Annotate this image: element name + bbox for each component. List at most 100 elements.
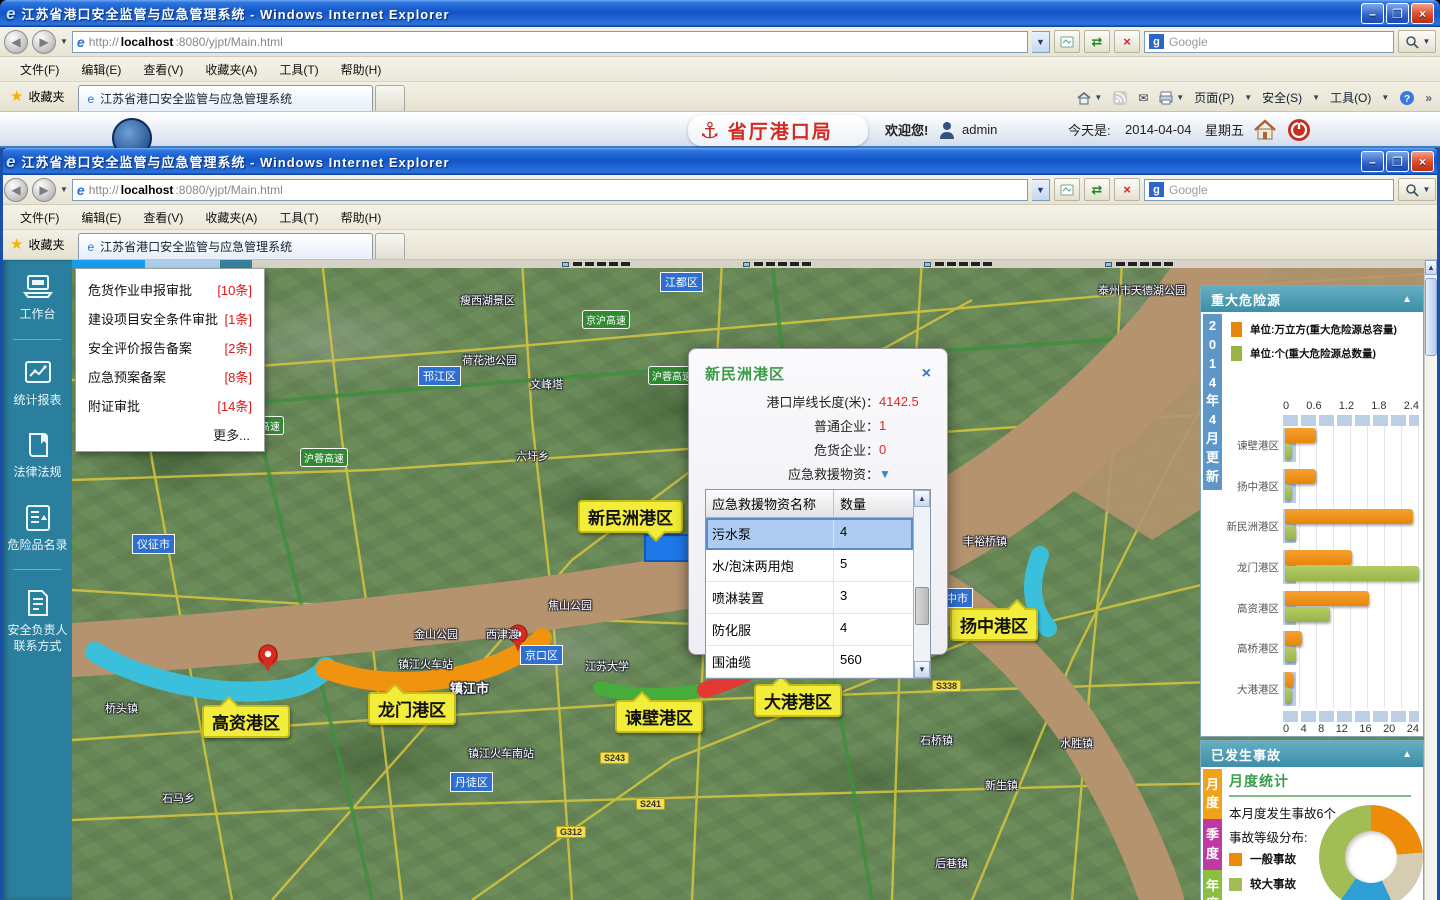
menu-item-5[interactable]: 帮助(H) (331, 58, 392, 81)
menu-item-0[interactable]: 文件(F) (10, 206, 69, 229)
period-tab-0[interactable]: 月度 (1203, 769, 1222, 819)
menu-item-5[interactable]: 帮助(H) (331, 206, 392, 229)
scroll-up-icon[interactable]: ▲ (914, 490, 930, 507)
print-button[interactable]: ▼ (1158, 90, 1184, 106)
layer-checkbox[interactable] (562, 262, 569, 267)
period-tab-2[interactable]: 年度 (1203, 870, 1222, 900)
url-dropdown-button[interactable]: ▼ (1032, 179, 1050, 201)
port-area-label[interactable]: 龙门港区 (368, 692, 456, 725)
port-area-label[interactable]: 扬中港区 (950, 608, 1038, 641)
map-scrollbar[interactable]: ▲ (1424, 260, 1437, 900)
resources-dropdown-icon[interactable]: ▼ (879, 467, 931, 481)
scroll-up-icon[interactable]: ▲ (1425, 260, 1437, 275)
history-dropdown-icon[interactable]: ▼ (60, 185, 68, 194)
tab-fragment[interactable] (145, 260, 220, 268)
popup-close-icon[interactable]: × (922, 366, 931, 382)
quick-menu-item-2[interactable]: 安全评价报告备案[2条] (76, 333, 264, 362)
search-input[interactable]: g Google (1144, 179, 1394, 201)
sidebar-item-workbench[interactable]: 工作台 (3, 260, 72, 333)
sidebar-item-hazmat[interactable]: 危险品名录 (3, 491, 72, 564)
menu-item-1[interactable]: 编辑(E) (71, 206, 131, 229)
forward-button[interactable]: ▶ (32, 30, 56, 54)
table-row[interactable]: 围油缆560 (706, 646, 913, 678)
back-button[interactable]: ◀ (4, 178, 28, 202)
outer-title-bar[interactable]: e 江苏省港口安全监管与应急管理系统 - Windows Internet Ex… (0, 0, 1440, 27)
help-button[interactable]: ? (1399, 90, 1415, 106)
security-menu[interactable]: 安全(S) (1262, 89, 1302, 106)
col-header-qty[interactable]: 数量 (834, 490, 913, 517)
chevron-more-icon[interactable]: » (1425, 91, 1432, 105)
minimize-button[interactable]: – (1361, 151, 1384, 172)
scroll-down-icon[interactable]: ▼ (914, 661, 930, 678)
stop-button[interactable]: × (1114, 178, 1140, 201)
menu-item-4[interactable]: 工具(T) (269, 58, 328, 81)
compat-view-button[interactable] (1054, 178, 1080, 201)
restore-button[interactable]: ❐ (1386, 3, 1409, 24)
port-area-label[interactable]: 谏壁港区 (615, 700, 703, 733)
menu-item-2[interactable]: 查看(V) (133, 206, 193, 229)
url-dropdown-button[interactable]: ▼ (1032, 31, 1050, 53)
username[interactable]: admin (962, 122, 997, 137)
favorites-button[interactable]: ★收藏夹 (0, 235, 78, 259)
port-area-label[interactable]: 高资港区 (202, 705, 290, 738)
layer-checkbox[interactable] (743, 262, 750, 267)
history-dropdown-icon[interactable]: ▼ (60, 37, 68, 46)
page-menu[interactable]: 页面(P) (1194, 89, 1234, 106)
scroll-thumb[interactable] (915, 587, 929, 625)
sidebar-item-contact[interactable]: 安全负责人联系方式 (3, 576, 72, 664)
scroll-thumb[interactable] (1425, 278, 1437, 356)
table-row[interactable]: 水/泡沫两用炮5 (706, 550, 913, 582)
period-tab-1[interactable]: 季度 (1203, 819, 1222, 869)
quick-menu-item-3[interactable]: 应急预案备案[8条] (76, 362, 264, 391)
search-input[interactable]: g Google (1144, 31, 1394, 53)
home-button[interactable]: ▼ (1076, 90, 1102, 106)
table-row[interactable]: 污水泵4 (706, 518, 913, 550)
url-field[interactable]: e http://localhost:8080/yjpt/Main.html (72, 31, 1028, 53)
feeds-button[interactable] (1112, 90, 1128, 106)
sidebar-item-law[interactable]: 法律法规 (3, 418, 72, 491)
menu-item-1[interactable]: 编辑(E) (71, 58, 131, 81)
restore-button[interactable]: ❐ (1386, 151, 1409, 172)
refresh-button[interactable]: ⇄ (1084, 178, 1110, 201)
menu-item-4[interactable]: 工具(T) (269, 206, 328, 229)
forward-button[interactable]: ▶ (32, 178, 56, 202)
minimize-button[interactable]: – (1361, 3, 1384, 24)
layer-checkbox[interactable] (1105, 262, 1112, 267)
quick-menu-item-0[interactable]: 危货作业申报审批[10条] (76, 275, 264, 304)
menu-item-3[interactable]: 收藏夹(A) (195, 58, 267, 81)
quick-menu-item-4[interactable]: 附证审批[14条] (76, 391, 264, 420)
new-tab-stub[interactable] (375, 233, 405, 259)
close-button[interactable]: × (1411, 3, 1434, 24)
tools-menu[interactable]: 工具(O) (1330, 89, 1371, 106)
url-field[interactable]: e http://localhost:8080/yjpt/Main.html (72, 179, 1028, 201)
logout-power-icon[interactable] (1286, 117, 1312, 148)
menu-item-2[interactable]: 查看(V) (133, 58, 193, 81)
inner-title-bar[interactable]: e 江苏省港口安全监管与应急管理系统 - Windows Internet Ex… (0, 148, 1440, 175)
stop-button[interactable]: × (1114, 30, 1140, 53)
more-link[interactable]: 更多... (76, 420, 264, 447)
tab-fragment[interactable] (220, 260, 252, 268)
close-button[interactable]: × (1411, 151, 1434, 172)
home-shortcut-icon[interactable] (1252, 117, 1278, 148)
compat-view-button[interactable] (1054, 30, 1080, 53)
table-scrollbar[interactable]: ▲ ▼ (913, 490, 930, 678)
sidebar-item-stats[interactable]: 统计报表 (3, 346, 72, 419)
back-button[interactable]: ◀ (4, 30, 28, 54)
menu-item-0[interactable]: 文件(F) (10, 58, 69, 81)
port-area-label[interactable]: 大港港区 (754, 684, 842, 717)
search-button[interactable]: ▼ (1398, 178, 1436, 201)
tab-fragment-active[interactable] (72, 260, 145, 268)
mail-button[interactable]: ✉ (1138, 91, 1148, 105)
col-header-name[interactable]: 应急救援物资名称 (706, 490, 834, 517)
favorites-button[interactable]: ★收藏夹 (0, 87, 78, 111)
table-row[interactable]: 喷淋装置3 (706, 582, 913, 614)
table-row[interactable]: 防化服4 (706, 614, 913, 646)
new-tab-stub[interactable] (375, 85, 405, 111)
menu-item-3[interactable]: 收藏夹(A) (195, 206, 267, 229)
port-area-label[interactable]: 新民洲港区 (578, 500, 683, 533)
quick-menu-item-1[interactable]: 建设项目安全条件审批[1条] (76, 304, 264, 333)
collapse-icon[interactable]: ▲ (1402, 749, 1413, 760)
search-button[interactable]: ▼ (1398, 30, 1436, 53)
refresh-button[interactable]: ⇄ (1084, 30, 1110, 53)
browser-tab[interactable]: e江苏省港口安全监管与应急管理系统 (78, 85, 373, 111)
